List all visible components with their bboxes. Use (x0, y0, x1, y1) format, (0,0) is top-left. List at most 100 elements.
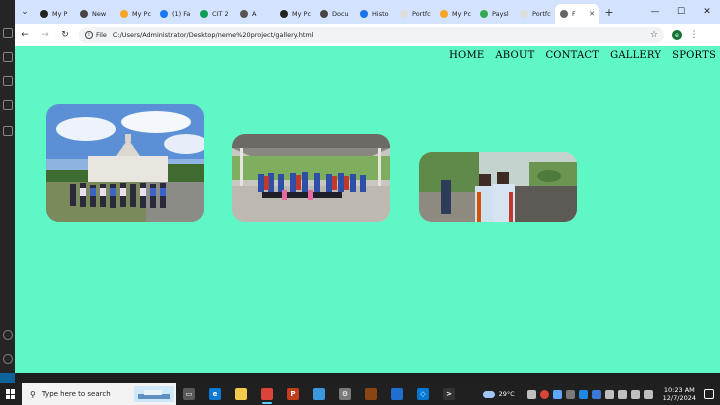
taskbar-app-file-explorer[interactable] (228, 383, 254, 405)
url-text[interactable]: C:/Users/Administrator/Desktop/neme%20pr… (113, 31, 314, 39)
chrome-window: ⌄ My P New My Pc (1) Fa CIT 2 A My Pc Docu Histo… (15, 0, 720, 373)
taskbar-app-powerpoint[interactable]: P (280, 383, 306, 405)
favicon-icon (40, 10, 48, 18)
profile-avatar[interactable]: e (672, 30, 682, 40)
gallery-photo-pavilion-team (232, 134, 390, 222)
gallery-photo-two-students (419, 152, 577, 222)
back-arrow-icon[interactable]: ← (15, 24, 35, 46)
taskbar-app-chrome[interactable] (254, 383, 280, 405)
search-placeholder: Type here to search (41, 390, 111, 398)
nav-about-link[interactable]: ABOUT (495, 50, 534, 61)
app-tray-icon[interactable] (565, 389, 575, 399)
browser-tab[interactable]: CIT 2 (195, 4, 235, 24)
browser-tab[interactable]: Histo (355, 4, 395, 24)
start-button[interactable] (0, 383, 22, 405)
account-icon[interactable] (3, 330, 13, 340)
browser-tab[interactable]: New (75, 4, 115, 24)
onedrive-icon[interactable] (552, 389, 562, 399)
taskbar-search-box[interactable]: ⚲ Type here to search (22, 383, 176, 405)
browser-tab[interactable]: My Pc (115, 4, 155, 24)
taskbar-app-photos[interactable] (384, 383, 410, 405)
site-info-icon[interactable]: i (85, 31, 93, 39)
taskbar-app-settings[interactable]: ⚙ (332, 383, 358, 405)
browser-tab[interactable]: My Pc (435, 4, 475, 24)
window-controls: — ☐ ✕ (642, 0, 720, 24)
site-nav: HOME ABOUT CONTACT GALLERY SPORTS (438, 50, 716, 61)
clock-time: 10:23 AM (663, 386, 695, 394)
nav-gallery-link[interactable]: GALLERY (610, 50, 661, 61)
keyboard-icon[interactable] (643, 389, 653, 399)
notification-icon[interactable] (704, 389, 714, 399)
dropbox-icon[interactable] (578, 389, 588, 399)
bookmark-star-icon[interactable]: ☆ (650, 30, 658, 40)
weather-widget[interactable]: 29°C (482, 390, 515, 398)
favicon-icon (440, 10, 448, 18)
search-icon[interactable] (3, 52, 13, 62)
taskbar-app-vscode[interactable]: ◇ (410, 383, 436, 405)
taskbar-app-winrar[interactable] (358, 383, 384, 405)
taskbar-app-edge[interactable]: e (202, 383, 228, 405)
taskbar-clock[interactable]: 10:23 AM 12/7/2024 (663, 386, 696, 402)
taskbar-app-terminal[interactable]: > (436, 383, 462, 405)
forward-arrow-icon[interactable]: → (35, 24, 55, 46)
close-icon[interactable]: ✕ (694, 0, 720, 24)
browser-tab[interactable]: My Pc (275, 4, 315, 24)
taskbar-app-notepad[interactable] (306, 383, 332, 405)
task-view-icon: ▭ (183, 388, 195, 400)
maximize-icon[interactable]: ☐ (668, 0, 694, 24)
volume-icon[interactable] (617, 389, 627, 399)
tab-label: (1) Fa (172, 10, 191, 18)
nav-sports-link[interactable]: SPORTS (672, 50, 716, 61)
manage-gear-icon[interactable] (3, 354, 13, 364)
extensions-icon[interactable] (3, 126, 13, 136)
winrar-icon (365, 388, 377, 400)
source-control-icon[interactable] (3, 76, 13, 86)
browser-tab[interactable]: Portfc (515, 4, 555, 24)
search-highlight-image (134, 386, 174, 402)
browser-tab[interactable]: My P (35, 4, 75, 24)
tab-label: Paysl (492, 10, 509, 18)
windows-taskbar: ⚲ Type here to search ▭ e P ⚙ ◇ > 29°C 1… (0, 383, 720, 405)
favicon-icon (240, 10, 248, 18)
chrome-tray-icon[interactable] (539, 389, 549, 399)
edge-icon: e (209, 388, 221, 400)
taskbar-app-task-view[interactable]: ▭ (176, 383, 202, 405)
cloud-icon (482, 390, 495, 398)
battery-icon[interactable] (630, 389, 640, 399)
tab-label: My Pc (292, 10, 312, 18)
favicon-icon (120, 10, 128, 18)
tab-label: Portfc (532, 10, 551, 18)
browser-tab[interactable]: Docu (315, 4, 355, 24)
vscode-activity-bar (0, 0, 15, 383)
taskbar-apps: ▭ e P ⚙ ◇ > (176, 383, 462, 405)
desktop-screen: ⌄ My P New My Pc (1) Fa CIT 2 A My Pc Docu Histo… (0, 0, 720, 405)
tab-search-icon[interactable]: ⌄ (15, 0, 35, 24)
terminal-icon: > (443, 388, 455, 400)
browser-tab[interactable]: Portfc (395, 4, 435, 24)
nav-contact-link[interactable]: CONTACT (545, 50, 599, 61)
remote-indicator-icon[interactable] (0, 373, 15, 383)
browser-tab[interactable]: Paysl (475, 4, 515, 24)
nav-home-link[interactable]: HOME (449, 50, 484, 61)
explorer-icon[interactable] (3, 28, 13, 38)
tab-gallery-active[interactable]: F ✕ (555, 4, 599, 24)
url-scheme: File (96, 31, 107, 39)
browser-tab[interactable]: A (235, 4, 275, 24)
favicon-icon (80, 10, 88, 18)
network-icon[interactable] (526, 389, 536, 399)
tab-close-icon[interactable]: ✕ (589, 10, 595, 18)
more-menu-icon[interactable]: ⋮ (686, 30, 702, 40)
system-tray: 29°C 10:23 AM 12/7/2024 (482, 386, 720, 402)
new-tab-button[interactable]: + (601, 6, 617, 19)
bluetooth-icon[interactable] (591, 389, 601, 399)
tab-label: A (252, 10, 257, 18)
tab-label: Histo (372, 10, 389, 18)
run-debug-icon[interactable] (3, 100, 13, 110)
favicon-icon (160, 10, 168, 18)
favicon-icon (520, 10, 528, 18)
shield-icon[interactable] (604, 389, 614, 399)
browser-tab[interactable]: (1) Fa (155, 4, 195, 24)
address-bar[interactable]: i File C:/Users/Administrator/Desktop/ne… (79, 27, 664, 43)
reload-icon[interactable]: ↻ (55, 24, 75, 46)
minimize-icon[interactable]: — (642, 0, 668, 24)
